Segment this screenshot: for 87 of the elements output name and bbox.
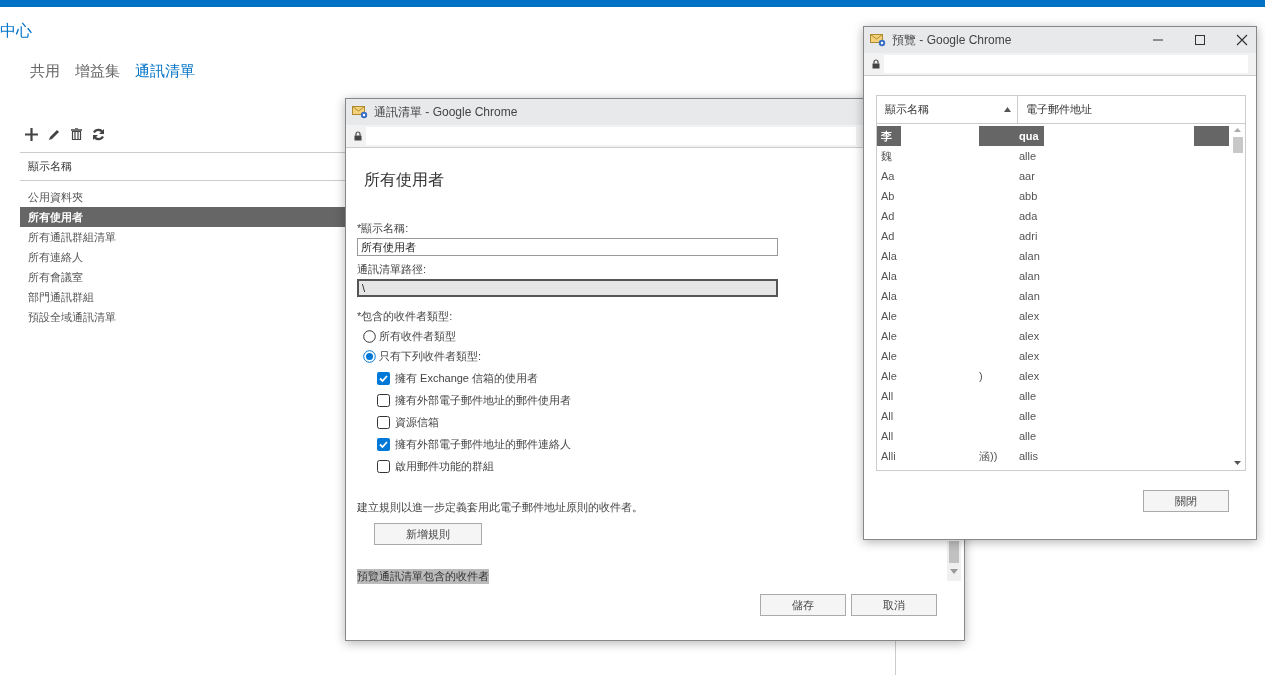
refresh-icon[interactable] [92,127,105,141]
add-rule-button[interactable]: 新增規則 [374,523,482,545]
table-cell-text: Ab [880,189,896,204]
maximize-icon[interactable] [1192,32,1208,48]
table-cell-text: alan [1019,269,1041,284]
table-cell: qua [1019,126,1044,146]
selection-highlight [1194,126,1229,146]
checkbox[interactable] [377,393,390,407]
nav-tab[interactable]: 增益集 [75,62,120,81]
table-cell-text: Aa [880,169,896,184]
table-cell-text: Ala [880,249,898,264]
radio-button[interactable] [363,329,376,343]
window-title: 通訊清單 - Google Chrome [374,103,518,121]
close-button[interactable]: 關閉 [1143,490,1229,512]
scroll-thumb[interactable] [1233,137,1243,153]
table-cell-text: allis [1019,449,1039,464]
dialog-heading: 所有使用者 [364,170,444,190]
close-icon[interactable] [1234,32,1250,48]
table-cell-text: All [880,409,895,424]
table-cell-text: ada [1019,209,1039,224]
table-cell-text: Ala [880,289,898,304]
table-cell-text: alle [1019,389,1038,404]
nav-tab[interactable]: 通訊清單 [135,62,195,81]
table-cell-text: alle [1019,429,1038,444]
table-cell-text: alex [1019,309,1041,324]
table-cell-text: abb [1019,189,1039,204]
table-cell-text: All [880,389,895,404]
edit-icon[interactable] [48,127,61,141]
checkbox-label: 資源信箱 [395,414,439,430]
envelope-gear-icon [870,33,886,47]
table-cell-text: alex [1019,329,1041,344]
checkbox[interactable] [377,437,390,451]
checkbox-label: 啟用郵件功能的群組 [395,458,494,474]
page-title: 中心 [0,21,32,41]
delete-icon[interactable] [71,128,82,140]
dialog-button[interactable]: 儲存 [760,594,846,616]
checkbox-label: 擁有外部電子郵件地址的郵件使用者 [395,392,571,408]
table-cell-text: alex [1019,349,1041,364]
sort-arrow-icon [1004,107,1011,112]
window-title: 預覽 - Google Chrome [892,31,1012,49]
table-cell-text: alle [1019,409,1038,424]
table-cell-text: aar [1019,169,1036,184]
table-cell-text: Ad [880,229,896,244]
table-cell-text: Ale [880,369,898,384]
rule-description: 建立規則以進一步定義套用此電子郵件地址原則的收件者。 [357,500,643,515]
table-cell-text: 涵)) [979,449,999,464]
column-header[interactable]: 顯示名稱 [20,152,350,181]
scroll-down-icon[interactable] [1234,461,1241,465]
table-cell-text: Ala [880,269,898,284]
radio-button[interactable] [363,349,376,363]
table-cell-text: Ale [880,309,898,324]
nav-tab[interactable]: 共用 [30,62,60,81]
checkbox-label: 擁有外部電子郵件地址的郵件連絡人 [395,436,571,452]
lock-icon [872,59,880,69]
column-header[interactable]: 顯示名稱 [877,96,1018,123]
checkbox[interactable] [377,415,390,429]
table-cell-text: adri [1019,229,1039,244]
table-cell-text: alan [1019,289,1041,304]
table-cell-text: alex [1019,369,1041,384]
table-cell-text: Ad [880,209,896,224]
table-cell-text: alle [1019,149,1038,164]
input-field[interactable]: 所有使用者 [357,238,778,256]
preview-link[interactable]: 預覽通訊清單包含的收件者 [357,569,489,584]
field-label: *顯示名稱: [357,221,409,236]
table-cell-text: 魏 [880,149,893,164]
envelope-gear-icon [352,105,368,119]
field-label: *包含的收件者類型: [357,309,453,324]
dialog-button[interactable]: 取消 [851,594,937,616]
table-cell: 李 [877,126,901,146]
checkbox[interactable] [377,459,390,473]
radio-label: 只有下列收件者類型: [379,348,482,364]
lock-icon [354,131,362,141]
checkbox[interactable] [377,371,390,385]
field-label: 通訊清單路徑: [357,262,427,277]
selection-highlight [979,126,1019,146]
table-cell-text: Ale [880,349,898,364]
table-cell-text: ) [979,369,984,384]
column-header[interactable]: 電子郵件地址 [1018,96,1092,123]
table-cell-text: All [880,429,895,444]
table-cell-text: Alli [880,449,897,464]
address-field[interactable] [366,127,856,145]
table-cell-text: Ale [880,329,898,344]
scrollbar[interactable] [947,541,961,581]
table-cell-text: alan [1019,249,1041,264]
add-icon[interactable] [25,127,38,141]
radio-label: 所有收件者類型 [379,328,456,344]
checkbox-label: 擁有 Exchange 信箱的使用者 [395,370,539,386]
